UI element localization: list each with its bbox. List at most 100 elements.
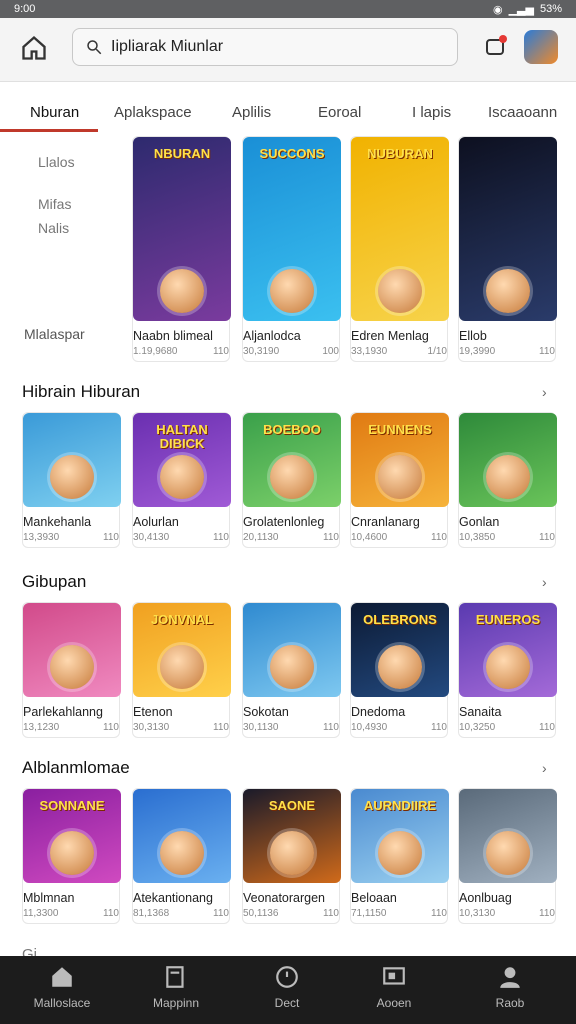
avatar[interactable] bbox=[524, 30, 558, 64]
app-card[interactable]: NBURAN Naabn blimeal 1.19,9680 110 bbox=[132, 136, 231, 362]
app-downloads: 10,4930 bbox=[351, 722, 388, 733]
nav-raob[interactable]: Raob bbox=[460, 964, 560, 1010]
app-downloads: 19,3990 bbox=[459, 346, 496, 357]
app-rating: 110 bbox=[213, 346, 229, 357]
app-card[interactable]: Sokotan 30,1130 110 bbox=[242, 602, 341, 738]
app-title: Naabn blimeal bbox=[133, 329, 213, 343]
app-card[interactable]: Aonlbuag 10,3130 110 bbox=[458, 788, 557, 924]
app-rating: 110 bbox=[431, 908, 447, 919]
thumbnail-banner: EUNNENS bbox=[368, 422, 432, 437]
app-thumbnail[interactable]: NUBURAN bbox=[351, 137, 449, 321]
app-title: Veonatorargen bbox=[243, 891, 326, 905]
app-rating: 100 bbox=[322, 346, 339, 357]
app-card[interactable]: AURNDIIRE Beloaan 71,1150 110 bbox=[350, 788, 449, 924]
profile-icon bbox=[500, 967, 520, 988]
app-thumbnail[interactable]: EUNEROS bbox=[459, 603, 557, 697]
app-downloads: 30,3190 bbox=[243, 346, 280, 357]
app-rating: 110 bbox=[213, 532, 229, 543]
app-thumbnail[interactable] bbox=[133, 789, 231, 883]
app-title: Ellob bbox=[459, 329, 487, 343]
chevron-right-icon[interactable]: › bbox=[542, 384, 547, 400]
app-thumbnail[interactable]: SUCCONS bbox=[243, 137, 341, 321]
character-art bbox=[270, 645, 314, 689]
app-card[interactable]: HALTAN DIBICK Aolurlan 30,4130 110 bbox=[132, 412, 231, 548]
app-rating: 110 bbox=[103, 532, 119, 543]
chevron-right-icon[interactable]: › bbox=[542, 760, 547, 776]
status-time: 9:00 bbox=[14, 3, 36, 15]
app-thumbnail[interactable] bbox=[243, 603, 341, 697]
app-meta: 11,3300 110 bbox=[23, 908, 119, 919]
app-card[interactable]: Ellob 19,3990 110 bbox=[458, 136, 557, 362]
app-thumbnail[interactable]: JONVNAL bbox=[133, 603, 231, 697]
app-thumbnail[interactable] bbox=[23, 413, 121, 507]
app-meta: 19,3990 110 bbox=[459, 346, 555, 357]
app-card[interactable]: SUCCONS Aljanlodca 30,3190 100 bbox=[242, 136, 341, 362]
app-title: Edren Menlag bbox=[351, 329, 429, 343]
app-thumbnail[interactable]: SONNANE bbox=[23, 789, 121, 883]
notification-icon[interactable] bbox=[484, 34, 508, 58]
tab-aplakspace[interactable]: Aplakspace bbox=[114, 104, 192, 121]
app-thumbnail[interactable] bbox=[459, 137, 557, 321]
nav-aooen[interactable]: Aooen bbox=[344, 964, 444, 1010]
app-card[interactable]: Atekantionang 81,1368 110 bbox=[132, 788, 231, 924]
tab-ilapis[interactable]: I lapis bbox=[412, 104, 451, 121]
app-card[interactable]: Gonlan 10,3850 110 bbox=[458, 412, 557, 548]
chevron-right-icon[interactable]: › bbox=[542, 574, 547, 590]
app-card[interactable]: SAONE Veonatorargen 50,1136 110 bbox=[242, 788, 341, 924]
home-icon bbox=[52, 967, 72, 987]
app-thumbnail[interactable]: EUNNENS bbox=[351, 413, 449, 507]
app-rating: 110 bbox=[539, 346, 555, 357]
app-thumbnail[interactable] bbox=[459, 413, 557, 507]
nav-home[interactable]: Malloslace bbox=[12, 964, 112, 1010]
app-title: Aljanlodca bbox=[243, 329, 301, 343]
app-card[interactable]: OLEBRONS Dnedoma 10,4930 110 bbox=[350, 602, 449, 738]
app-rating: 110 bbox=[539, 908, 555, 919]
app-card[interactable]: Mankehanla 13,3930 110 bbox=[22, 412, 121, 548]
app-title: Beloaan bbox=[351, 891, 397, 905]
app-downloads: 30,3130 bbox=[133, 722, 170, 733]
sidebar-item[interactable]: Llalos bbox=[38, 154, 75, 170]
app-meta: 10,4930 110 bbox=[351, 722, 447, 733]
app-thumbnail[interactable]: HALTAN DIBICK bbox=[133, 413, 231, 507]
app-thumbnail[interactable]: BOEBOO bbox=[243, 413, 341, 507]
app-title: Aonlbuag bbox=[459, 891, 512, 905]
app-thumbnail[interactable]: SAONE bbox=[243, 789, 341, 883]
character-art bbox=[270, 831, 314, 875]
app-thumbnail[interactable]: NBURAN bbox=[133, 137, 231, 321]
app-card[interactable]: SONNANE Mblmnan 11,3300 110 bbox=[22, 788, 121, 924]
tab-nburan[interactable]: Nburan bbox=[30, 104, 79, 121]
app-title: Sanaita bbox=[459, 705, 502, 719]
tab-iscaaoann[interactable]: Iscaaoann bbox=[488, 104, 557, 121]
wifi-icon: ◉ bbox=[492, 3, 503, 16]
app-title: Parlekahlanng bbox=[23, 705, 103, 719]
battery-label: 53% bbox=[539, 3, 562, 15]
nav-mappinn[interactable]: Mappinn bbox=[126, 964, 226, 1010]
section-title: Hibrain Hiburan bbox=[22, 382, 141, 401]
document-icon bbox=[166, 966, 184, 988]
app-card[interactable]: JONVNAL Etenon 30,3130 110 bbox=[132, 602, 231, 738]
search-bar[interactable]: Iipliarak Miunlar bbox=[72, 28, 458, 66]
sidebar-item[interactable]: Nalis bbox=[38, 220, 69, 236]
app-meta: 33,1930 1/10 bbox=[351, 346, 447, 357]
app-card[interactable]: BOEBOO Grolatenlonleg 20,1130 110 bbox=[242, 412, 341, 548]
sidebar-item[interactable]: Mifas bbox=[38, 196, 71, 212]
app-card[interactable]: Parlekahlanng 13,1230 110 bbox=[22, 602, 121, 738]
tab-eoroal[interactable]: Eoroal bbox=[318, 104, 361, 121]
nav-dect[interactable]: Dect bbox=[237, 964, 337, 1010]
app-meta: 10,3130 110 bbox=[459, 908, 555, 919]
app-card[interactable]: EUNNENS Cnranlanarg 10,4600 110 bbox=[350, 412, 449, 548]
app-downloads: 1.19,9680 bbox=[133, 346, 178, 357]
category-tabs: Nburan Aplakspace Aplilis Eoroal I lapis… bbox=[0, 96, 576, 132]
app-card[interactable]: EUNEROS Sanaita 10,3250 110 bbox=[458, 602, 557, 738]
character-art bbox=[378, 831, 422, 875]
app-thumbnail[interactable] bbox=[459, 789, 557, 883]
app-thumbnail[interactable]: OLEBRONS bbox=[351, 603, 449, 697]
home-icon[interactable] bbox=[20, 34, 48, 62]
app-thumbnail[interactable]: AURNDIIRE bbox=[351, 789, 449, 883]
app-rating: 110 bbox=[431, 722, 447, 733]
sidebar-item[interactable]: Mlalaspar bbox=[24, 326, 85, 342]
tab-aplilis[interactable]: Aplilis bbox=[232, 104, 271, 121]
app-card[interactable]: NUBURAN Edren Menlag 33,1930 1/10 bbox=[350, 136, 449, 362]
app-downloads: 10,3250 bbox=[459, 722, 496, 733]
app-thumbnail[interactable] bbox=[23, 603, 121, 697]
